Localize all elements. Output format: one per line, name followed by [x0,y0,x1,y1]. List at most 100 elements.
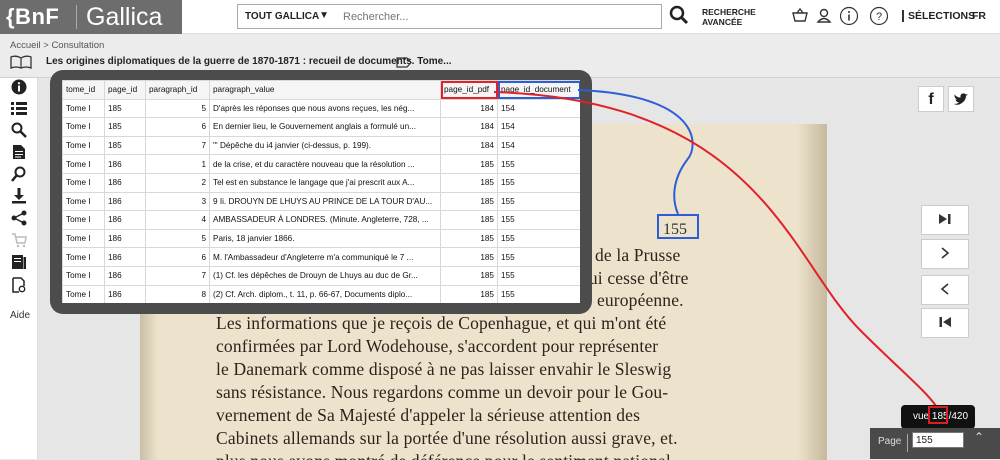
brand-logo[interactable]: {BnF Gallica [0,0,182,34]
chevron-up-icon[interactable]: ⌃ [974,430,984,444]
previous-page-button[interactable] [921,275,969,305]
table-row[interactable]: Tome I 186 6 M. l'Ambassadeur d'Angleterre … [62,247,580,267]
table-cell-page-id-document: 155 [497,154,580,174]
table-cell-tome-id: Tome I [62,172,105,193]
table-cell-page-id: 185 [104,135,146,156]
reading-icon[interactable] [11,254,27,270]
search-icon[interactable] [11,122,27,138]
table-cell-paragraph-id: 3 [145,191,210,212]
table-cell-page-id: 185 [104,98,146,119]
table-cell-page-id-pdf: 184 [440,98,498,119]
table-row[interactable]: Tome I 186 4 AMBASSADEUR À LONDRES. (Minute… [62,210,580,230]
table-cell-tome-id: Tome I [62,117,105,137]
table-cell-paragraph-value: Tel est en substance le langage que j'ai… [209,172,441,193]
table-cell-page-id-pdf: 185 [440,210,498,230]
table-cell-page-id: 186 [104,210,146,230]
column-header-paragraph-id[interactable]: paragraph_id [145,80,210,100]
advanced-search-label-1: RECHERCHE [702,7,756,17]
twitter-icon[interactable] [948,86,974,112]
table-cell-page-id: 186 [104,247,146,267]
column-header-page-id-document[interactable]: page_id_document [497,80,580,100]
table-cell-page-id-pdf: 184 [440,135,498,156]
basket-icon[interactable] [790,6,810,26]
page-text-line: qui cesse d'être [580,268,689,288]
page-text-line: vernement de Sa Majesté d'appeler la sér… [216,405,641,425]
cart-add-icon [12,233,27,248]
table-row[interactable]: Tome I 186 2 Tel est en substance le langag… [62,172,580,193]
table-cell-paragraph-value: de la crise, et du caractère nouveau que… [209,154,441,174]
table-cell-page-id-document: 155 [497,284,580,303]
data-table-panel: tome_id page_id paragraph_id paragraph_valu… [50,70,592,314]
search-scope-select[interactable]: TOUT GALLICA ▼ [237,4,336,29]
table-cell-page-id-pdf: 184 [440,117,498,137]
next-page-button[interactable] [921,239,969,269]
column-header-page-id[interactable]: page_id [104,80,146,100]
share-icon[interactable] [11,210,27,226]
table-cell-tome-id: Tome I [62,135,105,156]
table-cell-paragraph-value: (1) Cf. les dépêches de Drouyn de Lhuys … [209,265,441,286]
help-link[interactable]: Aide [10,310,30,321]
table-cell-page-id-pdf: 185 [440,228,498,249]
page-number-input[interactable] [912,432,964,448]
table-cell-paragraph-value: AMBASSADEUR À LONDRES. (Minute. Angleter… [209,210,441,230]
table-cell-page-id-document: 155 [497,191,580,212]
last-page-button[interactable] [921,205,969,235]
page-navigation-bar: Page ⌃ [870,428,1000,459]
first-page-button[interactable] [921,308,969,338]
data-table-container[interactable]: tome_id page_id paragraph_id paragraph_valu… [62,80,580,303]
table-cell-page-id-pdf: 185 [440,284,498,303]
help-icon[interactable]: ? [869,6,889,26]
table-cell-page-id-document: 154 [497,135,580,156]
column-header-tome-id[interactable]: tome_id [62,80,105,100]
page-text-line: le Danemark comme disposé à ne pas laiss… [216,359,672,379]
table-cell-tome-id: Tome I [62,228,105,249]
zoom-icon[interactable] [11,166,27,182]
page-label: Page [878,436,902,447]
table-cell-page-id-document: 155 [497,247,580,267]
left-toolbar: Aide [0,78,38,459]
info-icon[interactable] [839,6,859,26]
download-icon[interactable] [11,188,27,204]
table-row[interactable]: Tome I 185 6 En dernier lieu, le Gouverneme… [62,117,580,137]
table-cell-page-id: 185 [104,117,146,137]
document-icon[interactable] [11,144,27,160]
table-row[interactable]: Tome I 186 7 (1) Cf. les dépêches de Drouyn… [62,265,580,286]
column-header-page-id-pdf[interactable]: page_id_pdf [440,80,498,100]
tag-icon[interactable] [396,57,412,68]
user-icon[interactable] [814,6,834,26]
table-row[interactable]: Tome I 186 5 Paris, 18 janvier 1866. 185 155 [62,228,580,249]
page-number-highlight-box [657,214,699,239]
page-text-line: de la Prusse [595,245,681,265]
table-cell-paragraph-id: 7 [145,265,210,286]
info-icon[interactable] [11,79,27,95]
table-cell-paragraph-id: 8 [145,284,210,303]
book-icon [10,55,32,69]
table-cell-page-id-document: 155 [497,265,580,286]
logo-separator [76,5,77,29]
search-input[interactable] [335,4,662,29]
table-cell-tome-id: Tome I [62,210,105,230]
table-cell-paragraph-id: 6 [145,247,210,267]
table-row[interactable]: Tome I 186 1 de la crise, et du caractère n… [62,154,580,174]
search-icon[interactable] [669,5,689,27]
table-row[interactable]: Tome I 186 8 (2) Cf. Arch. diplom., t. 11, … [62,284,580,303]
list-icon[interactable] [11,100,27,116]
table-cell-page-id: 186 [104,284,146,303]
table-cell-tome-id: Tome I [62,265,105,286]
social-buttons: f [918,86,976,112]
view-counter-total: /420 [948,411,969,422]
selections-link[interactable]: SÉLECTIONS [902,10,975,22]
facebook-icon[interactable]: f [918,86,944,112]
document-search-icon[interactable] [11,277,27,293]
search-scope-label: TOUT GALLICA [245,11,320,22]
table-row[interactable]: Tome I 186 3 9 Ii. DROUYN DE LHUYS AU PRINC… [62,191,580,212]
breadcrumb[interactable]: Accueil > Consultation [10,40,104,51]
page-text-line: Les informations que je reçois de Copenh… [216,313,667,333]
advanced-search-link[interactable]: RECHERCHE AVANCÉE [702,7,756,27]
table-row[interactable]: Tome I 185 5 D'après les réponses que nous … [62,98,580,119]
view-number-highlight-box [928,406,948,424]
language-selector[interactable]: FR [972,10,986,22]
table-row[interactable]: Tome I 185 7 ''' Dépêche du i4 janvier (ci-… [62,135,580,156]
skip-end-icon [939,214,951,224]
column-header-paragraph-value[interactable]: paragraph_value [209,80,441,100]
